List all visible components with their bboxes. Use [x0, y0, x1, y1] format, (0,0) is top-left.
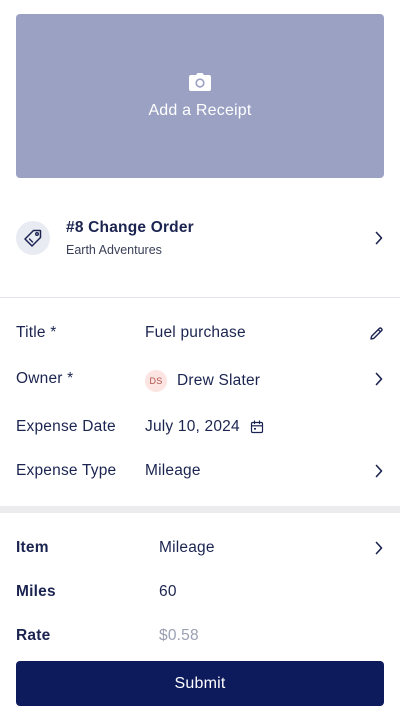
tag-icon: [24, 229, 42, 247]
expense-type-row[interactable]: Expense Type Mileage: [0, 449, 400, 493]
section-divider: [0, 506, 400, 513]
add-receipt-label: Add a Receipt: [148, 102, 252, 119]
change-order-title: #8 Change Order: [66, 219, 194, 236]
submit-button[interactable]: Submit: [16, 661, 384, 706]
avatar: DS: [145, 369, 167, 392]
expense-date-value: July 10, 2024: [145, 418, 240, 435]
miles-input[interactable]: 60: [159, 583, 366, 601]
expense-type-value: Mileage: [145, 462, 201, 479]
title-value: Fuel purchase: [145, 324, 246, 341]
chevron-right-icon: [375, 541, 383, 555]
change-order-customer: Earth Adventures: [66, 243, 162, 257]
add-receipt-button[interactable]: Add a Receipt: [16, 14, 384, 178]
miles-label: Miles: [16, 583, 56, 600]
item-value: Mileage: [159, 539, 215, 556]
title-label: Title *: [16, 324, 57, 341]
calendar-icon[interactable]: [250, 420, 264, 434]
owner-label: Owner *: [16, 370, 74, 387]
expense-date-label: Expense Date: [16, 418, 116, 435]
item-label: Item: [16, 539, 49, 556]
change-order-row[interactable]: #8 Change Order Earth Adventures: [0, 205, 400, 271]
expense-type-label: Expense Type: [16, 462, 117, 479]
section-divider: [0, 297, 400, 298]
expense-date-row[interactable]: Expense Date July 10, 2024: [0, 405, 400, 449]
chevron-right-icon: [375, 372, 383, 386]
rate-value: $0.58: [159, 627, 199, 644]
chevron-right-icon: [375, 231, 383, 245]
tag-icon-circle: [16, 221, 50, 255]
pencil-icon[interactable]: [369, 326, 384, 341]
camera-icon: [189, 73, 211, 91]
item-row[interactable]: Item Mileage: [0, 526, 400, 570]
expense-form-page: Add a Receipt #8 Change Order Earth Adve…: [0, 0, 400, 714]
rate-row: Rate $0.58: [0, 614, 400, 658]
title-row[interactable]: Title * Fuel purchase: [0, 311, 400, 355]
owner-value: Drew Slater: [177, 371, 261, 389]
rate-label: Rate: [16, 627, 51, 644]
owner-row[interactable]: Owner * DS Drew Slater: [0, 357, 400, 401]
chevron-right-icon: [375, 464, 383, 478]
miles-row[interactable]: Miles 60: [0, 570, 400, 614]
